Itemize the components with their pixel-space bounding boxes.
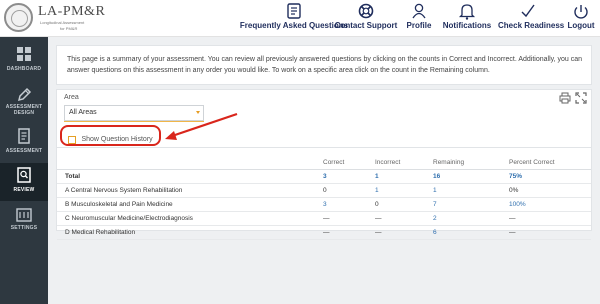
show-question-history-label: Show Question History: [81, 136, 153, 144]
settings-icon: [16, 208, 32, 222]
percent-correct: —: [509, 229, 516, 236]
bell-icon: [442, 3, 492, 20]
remaining-count[interactable]: 1: [433, 187, 437, 194]
column-header: Incorrect: [375, 159, 401, 166]
remaining-count[interactable]: 2: [433, 215, 437, 222]
incorrect-count[interactable]: 1: [375, 187, 379, 194]
logo-seal: [4, 3, 33, 32]
column-header: Correct: [323, 159, 345, 166]
nav-label: Logout: [567, 21, 595, 30]
column-header: Percent Correct: [509, 159, 555, 166]
info-panel: This page is a summary of your assessmen…: [56, 45, 592, 85]
table-total-row: Total 3 1 16 75%: [57, 170, 591, 184]
checkmark-icon: [498, 3, 556, 20]
area-name: C Neuromuscular Medicine/Electrodiagnosi…: [65, 215, 193, 222]
main-content: This page is a summary of your assessmen…: [48, 37, 600, 304]
annotation-arrow-icon: [165, 112, 238, 140]
nav-label: Notifications: [442, 21, 492, 30]
incorrect-count: 0: [375, 201, 379, 208]
user-icon: [402, 3, 436, 20]
area-name: A Central Nervous System Rehabilitation: [65, 187, 183, 194]
sidebar-item-label: SETTINGS: [10, 225, 38, 231]
print-icon[interactable]: [559, 92, 571, 104]
nav-profile[interactable]: Profile: [402, 3, 436, 35]
table-row: C Neuromuscular Medicine/Electrodiagnosi…: [57, 212, 591, 226]
nav-label: Check Readiness: [498, 21, 565, 30]
table-header-row: Correct Incorrect Remaining Percent Correct: [57, 156, 591, 170]
incorrect-count: —: [375, 229, 382, 236]
expand-icon[interactable]: [575, 92, 587, 104]
area-name: D Medical Rehabilitation: [65, 229, 136, 236]
correct-count[interactable]: 3: [323, 201, 327, 208]
logo-title: LA-PM&R: [38, 4, 106, 19]
sidebar-item-settings[interactable]: SETTINGS: [0, 203, 48, 243]
pencil-icon: [17, 87, 32, 102]
power-icon: [566, 3, 596, 20]
nav-label: Profile: [406, 21, 432, 30]
sidebar-item-label: ASSESSMENT DESIGN: [5, 104, 43, 116]
area-label: Area: [64, 94, 79, 101]
percent-correct: —: [509, 215, 516, 222]
area-name: Total: [65, 173, 81, 180]
show-question-history-toggle[interactable]: Show Question History: [68, 131, 153, 144]
nav-contact-support[interactable]: Contact Support: [334, 3, 398, 35]
column-header: Remaining: [433, 159, 465, 166]
incorrect-count[interactable]: 1: [375, 173, 379, 180]
percent-correct: 100%: [509, 201, 526, 208]
info-text: This page is a summary of your assessmen…: [67, 56, 583, 74]
nav-check-readiness[interactable]: Check Readiness: [498, 3, 565, 35]
sidebar-item-label: ASSESSMENT: [5, 148, 43, 154]
sidebar-item-dashboard[interactable]: DASHBOARD: [0, 42, 48, 82]
sidebar: DASHBOARD ASSESSMENT DESIGN ASSESSMENT R…: [0, 37, 48, 304]
correct-count: —: [323, 215, 330, 222]
summary-table: Correct Incorrect Remaining Percent Correct…: [56, 147, 592, 240]
sidebar-item-assessment-design[interactable]: ASSESSMENT DESIGN: [0, 83, 48, 123]
incorrect-count: —: [375, 215, 382, 222]
area-name: B Musculoskeletal and Pain Medicine: [65, 201, 173, 208]
document-icon: [18, 128, 30, 144]
correct-count: —: [323, 229, 330, 236]
app-logo[interactable]: LA-PM&R Longitudinal Assessment for PM&R: [4, 3, 124, 34]
sidebar-item-label: REVIEW: [13, 187, 35, 193]
sidebar-item-label: DASHBOARD: [6, 66, 42, 72]
lifebuoy-icon: [334, 3, 398, 20]
percent-correct: 0%: [509, 187, 519, 194]
dashboard-icon: [17, 47, 31, 61]
sidebar-item-review[interactable]: REVIEW: [0, 163, 48, 201]
nav-label: Contact Support: [334, 21, 398, 30]
correct-count: 0: [323, 187, 327, 194]
area-select-value: All Areas: [69, 109, 97, 116]
table-row: B Musculoskeletal and Pain Medicine 3 0 7 10…: [57, 198, 591, 212]
table-row: D Medical Rehabilitation — — 6 —: [57, 226, 591, 240]
sidebar-item-assessment[interactable]: ASSESSMENT: [0, 124, 48, 164]
remaining-count[interactable]: 16: [433, 173, 440, 180]
table-row: A Central Nervous System Rehabilitation 0…: [57, 184, 591, 198]
logo-subtitle: Longitudinal Assessment: [40, 20, 85, 25]
nav-logout[interactable]: Logout: [566, 3, 596, 35]
nav-notifications[interactable]: Notifications: [442, 3, 492, 35]
show-question-history-checkbox[interactable]: [68, 135, 76, 144]
review-icon: [17, 167, 31, 183]
remaining-count[interactable]: 6: [433, 229, 437, 236]
top-header: LA-PM&R Longitudinal Assessment for PM&R…: [0, 0, 600, 37]
percent-correct: 75%: [509, 173, 523, 180]
correct-count[interactable]: 3: [323, 173, 327, 180]
logo-subtitle-2: for PM&R: [60, 26, 78, 31]
remaining-count[interactable]: 7: [433, 201, 437, 208]
